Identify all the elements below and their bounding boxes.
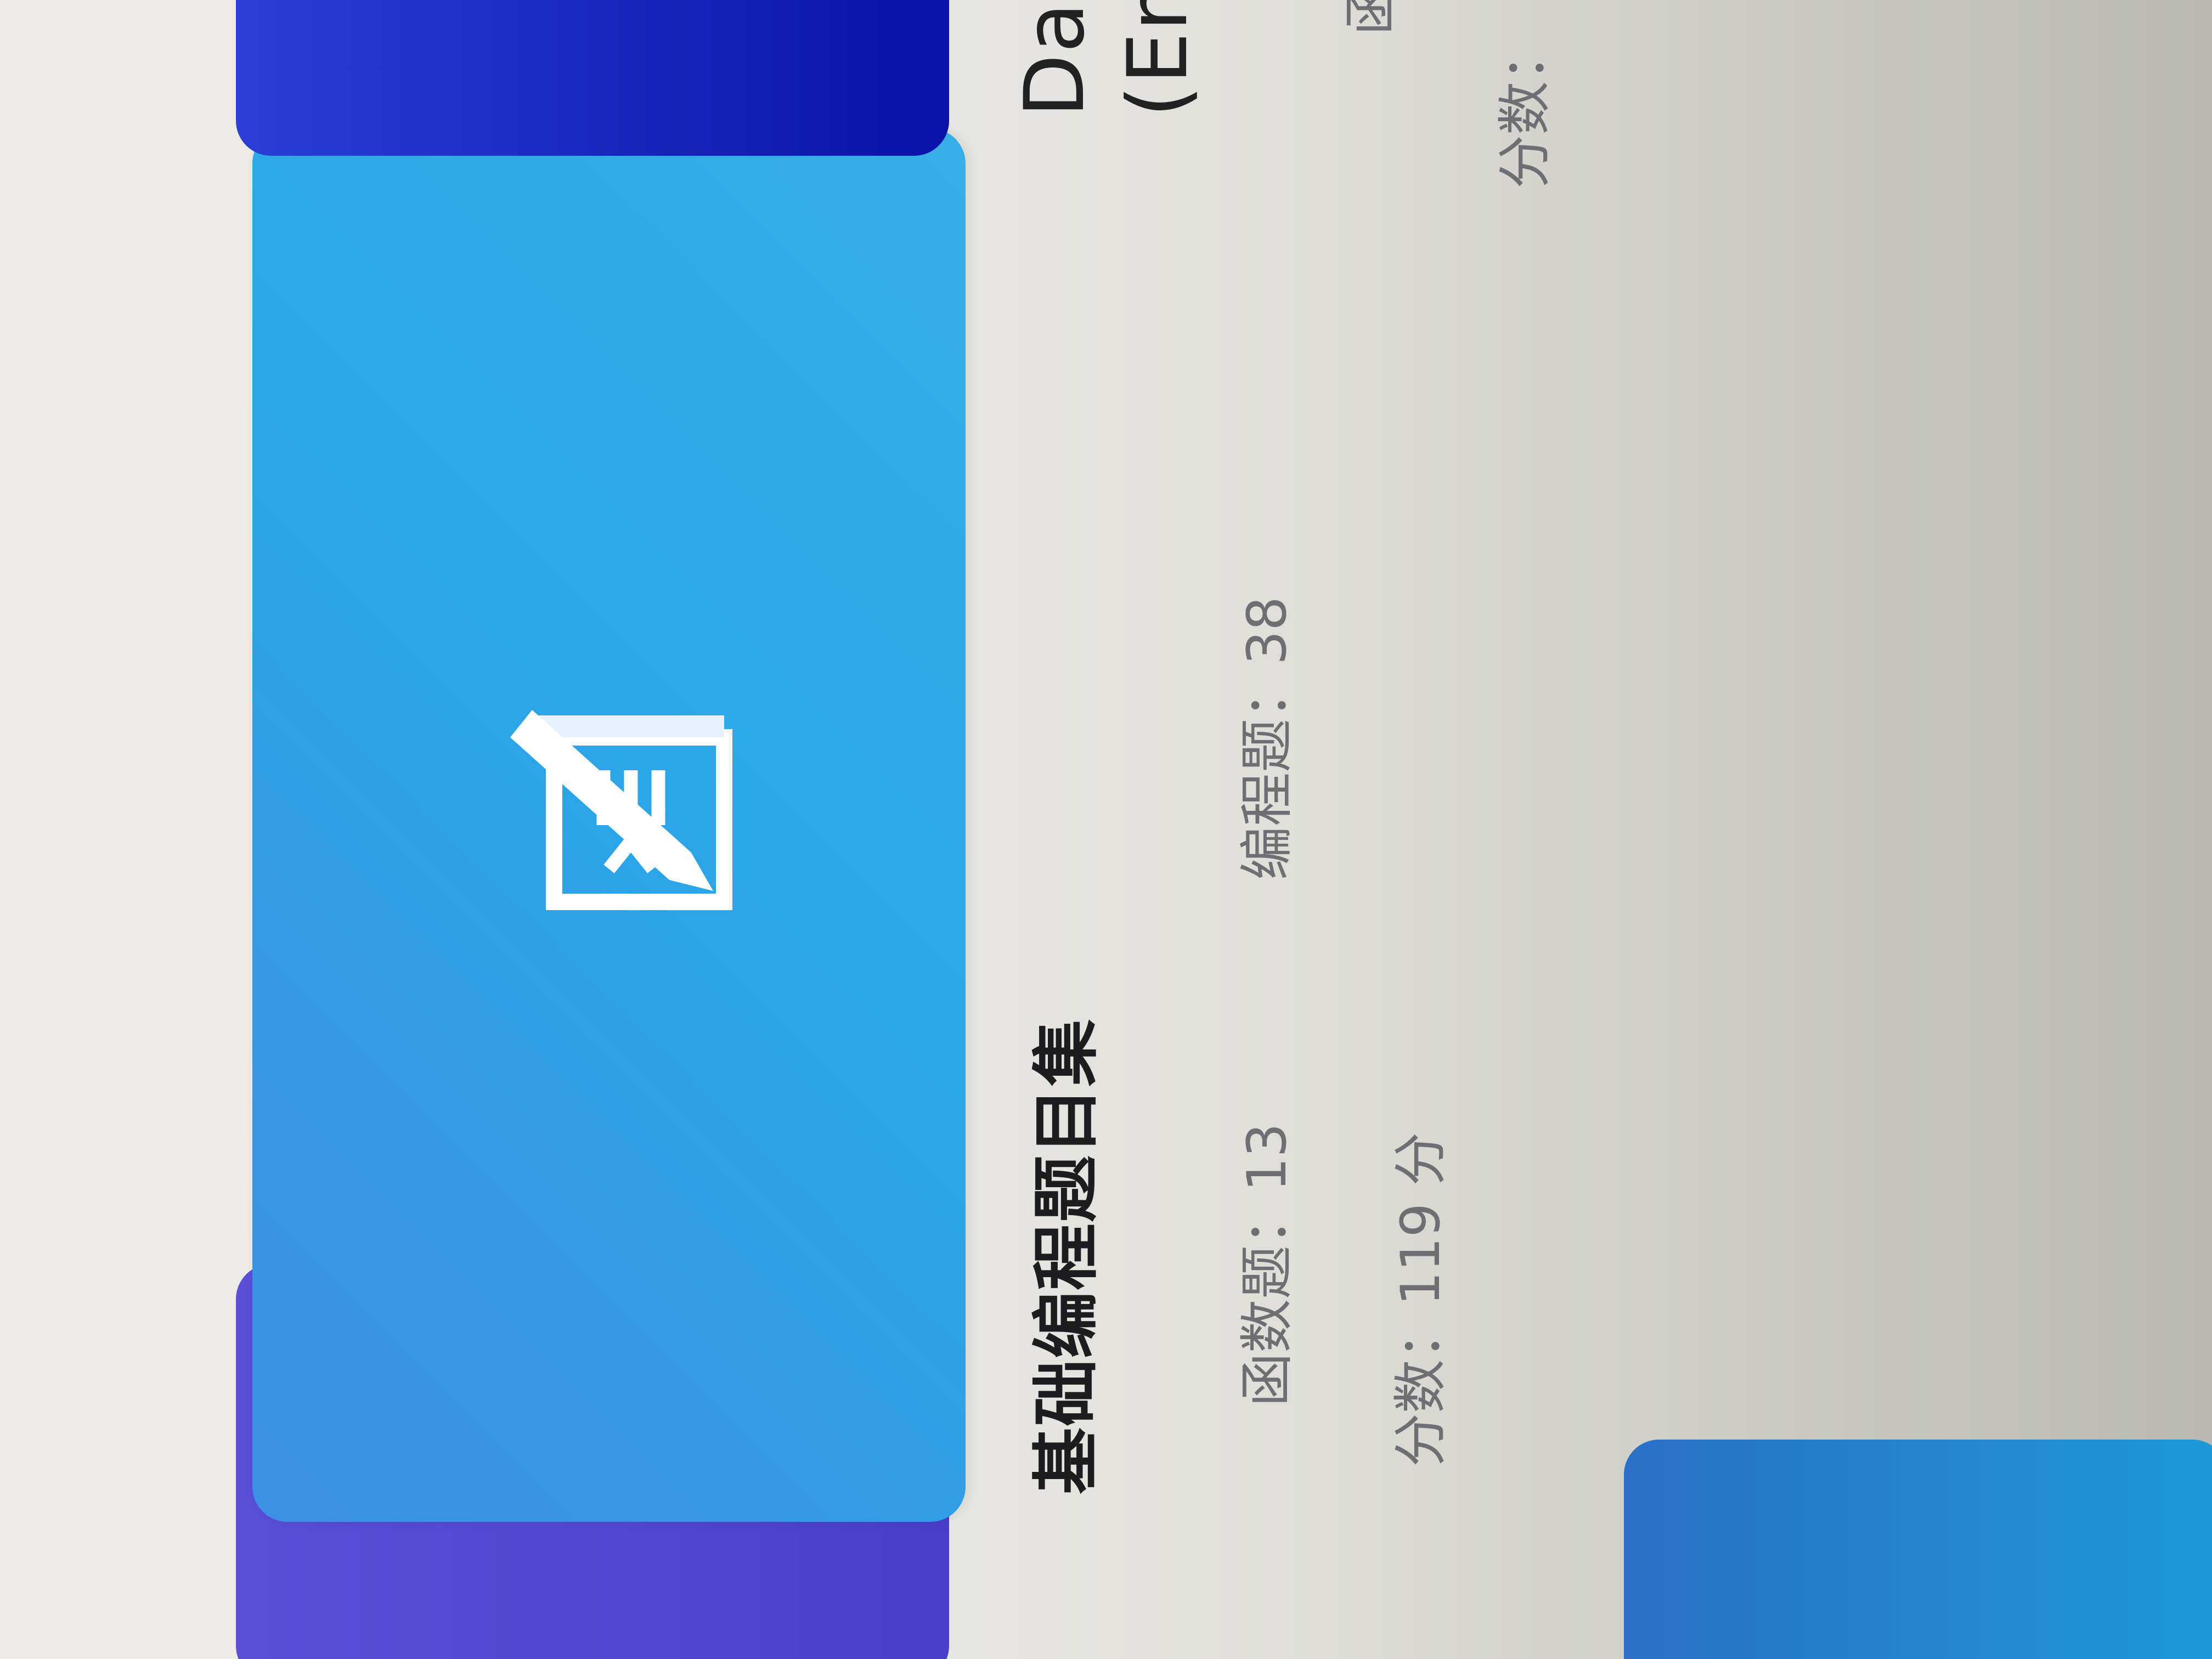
edit-document-icon bbox=[510, 710, 732, 910]
card-title-right-line2: (Eng bbox=[1110, 0, 1206, 117]
card-cover-main[interactable] bbox=[252, 128, 966, 1522]
score-value: 119 分 bbox=[1390, 1132, 1452, 1306]
card-title-right[interactable]: Data (Eng bbox=[1004, 0, 1210, 117]
function-label-right: 函数 bbox=[1328, 0, 1406, 35]
score-label: 分数： bbox=[1390, 1305, 1452, 1467]
card-cover-bottom[interactable] bbox=[1624, 1440, 2212, 1659]
card-title[interactable]: 基础编程题目集 bbox=[1012, 1018, 1109, 1494]
programming-count-stat: 编程题：38 bbox=[1223, 596, 1301, 880]
score-stat: 分数：119 分 bbox=[1377, 1132, 1455, 1467]
card-cover-right[interactable] bbox=[236, 0, 949, 156]
function-count: 13 bbox=[1236, 1123, 1299, 1192]
programming-label: 编程题： bbox=[1236, 664, 1299, 880]
function-count-stat: 函数题：13 bbox=[1223, 1123, 1301, 1407]
function-label: 函数题： bbox=[1236, 1191, 1299, 1407]
score-label-right: 分数： bbox=[1494, 27, 1556, 189]
problem-set-list: 基础编程题目集 函数题：13 编程题：38 分数：119 分 Data (Eng… bbox=[0, 0, 2212, 1659]
programming-count: 38 bbox=[1236, 596, 1299, 665]
screen: 基础编程题目集 函数题：13 编程题：38 分数：119 分 Data (Eng… bbox=[0, 0, 2212, 1659]
card-title-right-line1: Data bbox=[1007, 0, 1103, 117]
